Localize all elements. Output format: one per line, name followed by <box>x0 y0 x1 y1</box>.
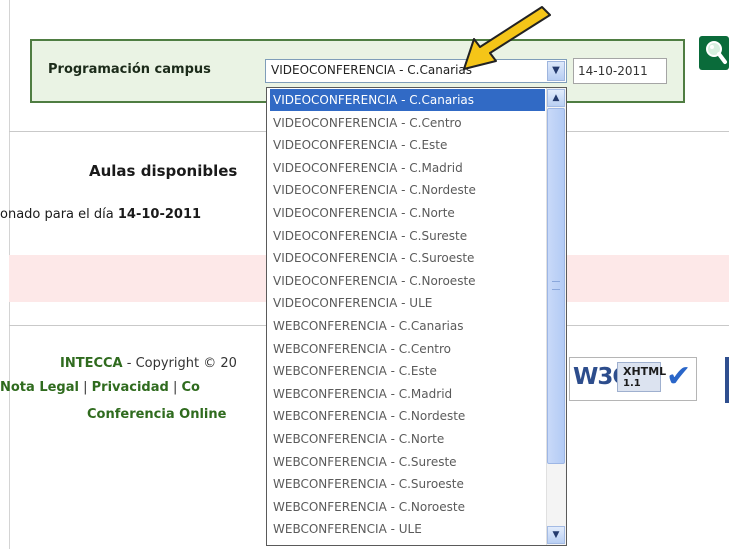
search-icon[interactable] <box>699 36 729 70</box>
campus-select-value[interactable]: VIDEOCONFERENCIA - C.Canarias <box>271 63 472 77</box>
footer-copyright-text: - Copyright © 20 <box>122 356 237 371</box>
chevron-up-icon[interactable]: ▲ <box>547 89 565 107</box>
footer-separator: | <box>78 380 92 395</box>
dropdown-option[interactable]: VIDEOCONFERENCIA - C.Canarias <box>270 89 545 111</box>
scrollbar-grip <box>552 281 560 290</box>
arrow-annotation-icon <box>450 3 560 77</box>
dropdown-option[interactable]: WEBCONFERENCIA - C.Este <box>270 360 545 382</box>
dropdown-option[interactable]: VIDEOCONFERENCIA - C.Noroeste <box>270 270 545 292</box>
dropdown-option[interactable]: VIDEOCONFERENCIA - C.Nordeste <box>270 179 545 201</box>
dropdown-option[interactable]: VIDEOCONFERENCIA - C.Centro <box>270 112 545 134</box>
nota-legal-link[interactable]: Nota Legal <box>0 380 79 395</box>
dropdown-option[interactable]: VIDEOCONFERENCIA - ULE <box>270 292 545 314</box>
xhtml-version: 1.1 <box>623 378 641 389</box>
section-heading: Aulas disponibles <box>89 162 238 180</box>
partial-badge-edge <box>725 357 729 403</box>
dropdown-option[interactable]: VIDEOCONFERENCIA - C.Norte <box>270 202 545 224</box>
dropdown-option[interactable]: WEBCONFERENCIA - C.Madrid <box>270 383 545 405</box>
footer-links: Nota Legal | Privacidad | Co <box>0 380 200 395</box>
footer-copyright: INTECCA - Copyright © 20 <box>60 356 237 371</box>
dropdown-option[interactable]: WEBCONFERENCIA - C.Norte <box>270 428 545 450</box>
footer-link-partial[interactable]: Co <box>181 380 199 395</box>
dropdown-option[interactable]: VIDEOCONFERENCIA - C.Sureste <box>270 225 545 247</box>
checkmark-icon: ✔ <box>666 359 692 394</box>
dropdown-option[interactable]: VIDEOCONFERENCIA - C.Madrid <box>270 157 545 179</box>
dropdown-option[interactable]: WEBCONFERENCIA - C.Noroeste <box>270 496 545 518</box>
xhtml-label: XHTML <box>623 365 667 378</box>
dropdown-option[interactable]: WEBCONFERENCIA - C.Suroeste <box>270 473 545 495</box>
dropdown-option[interactable]: WEBCONFERENCIA - C.Centro <box>270 338 545 360</box>
dropdown-option[interactable]: WEBCONFERENCIA - C.Sureste <box>270 451 545 473</box>
dropdown-option[interactable]: VIDEOCONFERENCIA - C.Este <box>270 134 545 156</box>
chevron-down-icon[interactable]: ▼ <box>547 526 565 544</box>
selected-date-line: onado para el día 14-10-2011 <box>0 207 201 222</box>
dropdown-option[interactable]: WEBCONFERENCIA - C.Canarias <box>270 315 545 337</box>
panel-label: Programación campus <box>48 62 211 77</box>
dropdown-option[interactable]: VIDEOCONFERENCIA - C.Suroeste <box>270 247 545 269</box>
campus-dropdown-list[interactable]: VIDEOCONFERENCIA - C.Canarias VIDEOCONFER… <box>266 87 567 546</box>
footer-separator: | <box>168 380 182 395</box>
dropdown-option[interactable]: WEBCONFERENCIA - ULE <box>270 518 545 540</box>
dropdown-option[interactable]: WEBCONFERENCIA - C.Nordeste <box>270 405 545 427</box>
footer-brand[interactable]: INTECCA <box>60 356 123 371</box>
selected-date-value: 14-10-2011 <box>117 207 202 222</box>
selected-date-prefix: onado para el día <box>0 207 118 222</box>
privacidad-link[interactable]: Privacidad <box>92 380 169 395</box>
conferencia-online-link[interactable]: Conferencia Online <box>87 407 226 422</box>
date-input-value[interactable]: 14-10-2011 <box>578 64 648 78</box>
